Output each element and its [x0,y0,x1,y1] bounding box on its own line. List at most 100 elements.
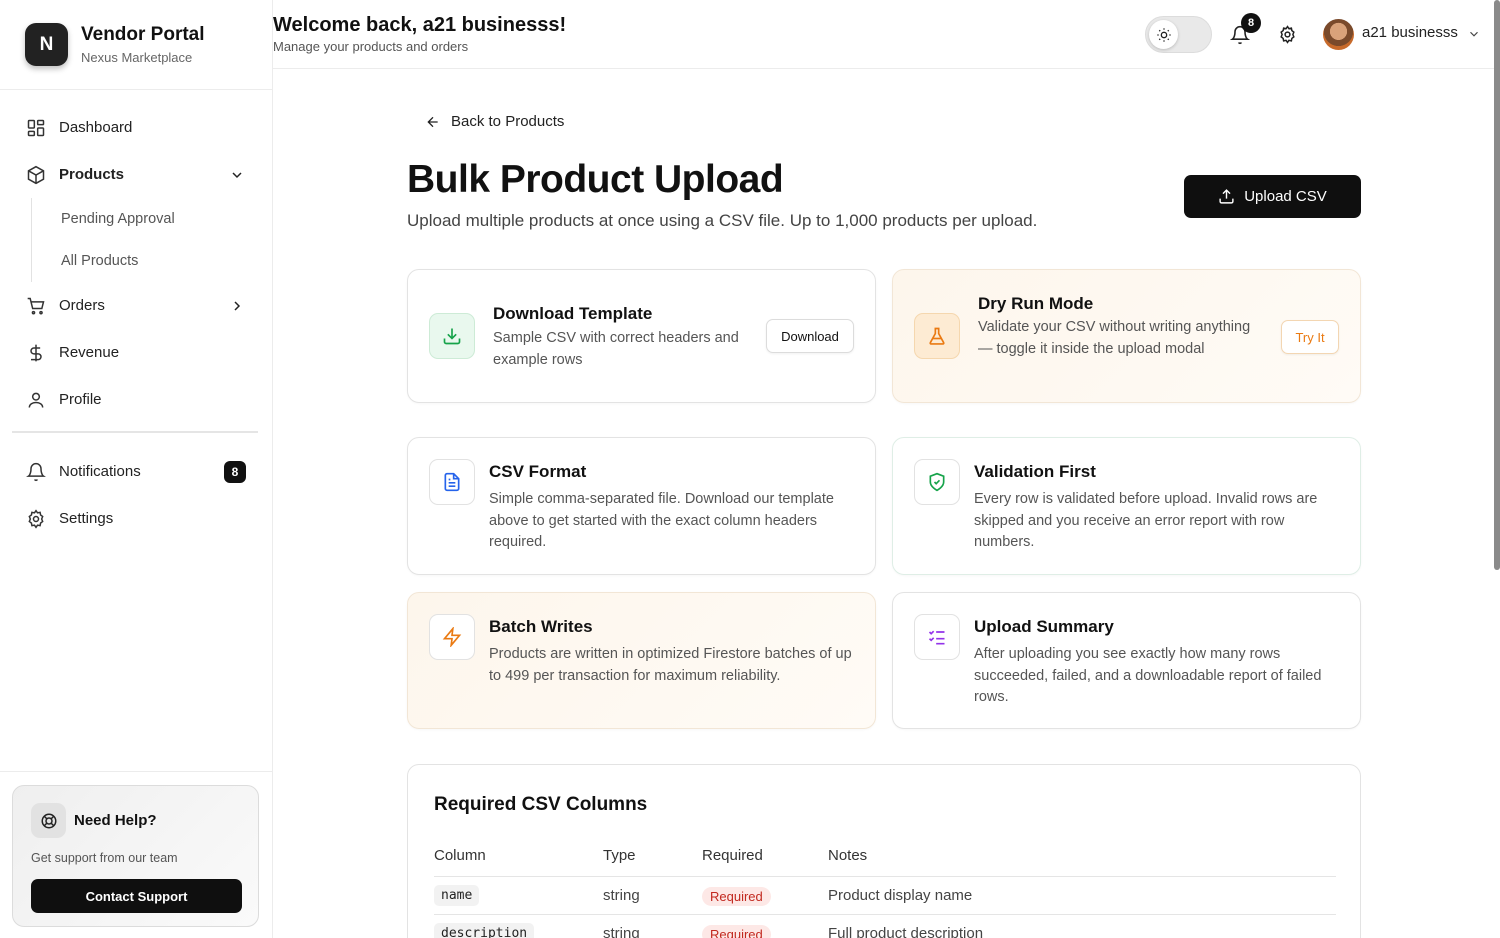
upload-summary-card: Upload Summary After uploading you see e… [892,592,1361,729]
package-icon [27,165,45,184]
sidebar: N Vendor Portal Nexus Marketplace Dashbo… [0,0,273,938]
settings-gear-icon[interactable] [1278,25,1297,44]
sidebar-divider [12,431,258,433]
layout-grid-icon [27,119,45,136]
header-notification-badge: 8 [1241,13,1261,33]
table-cell-column: name [434,885,480,906]
back-link-label: Back to Products [451,113,565,130]
table-cell-notes: Full product description [828,925,984,938]
sidebar-item-settings[interactable]: Settings [0,495,272,542]
brand[interactable]: N Vendor Portal Nexus Marketplace [0,0,272,90]
table-divider [434,914,1336,915]
card-title: Upload Summary [974,617,1114,636]
table-cell-column: description [434,923,535,938]
table-header-type: Type [603,847,636,864]
card-title: Validation First [974,462,1096,481]
sidebar-item-profile[interactable]: Profile [0,376,272,423]
page-subtitle: Upload multiple products at once using a… [407,211,1038,230]
welcome-title: Welcome back, a21 businesss! [273,14,567,36]
sidebar-subitem-all-products[interactable]: All Products [61,240,272,282]
sidebar-item-products[interactable]: Products [0,151,272,198]
card-title: CSV Format [489,462,587,481]
sidebar-item-label: Products [59,166,125,183]
help-section: Need Help? Get support from our team Con… [0,771,272,938]
table-divider [434,876,1336,877]
arrow-left-icon [427,116,438,127]
sidebar-nav: Dashboard Products Pending Approval All … [0,90,272,542]
brand-logo: N [25,23,68,66]
sidebar-item-label: Orders [59,297,105,314]
dry-run-mode-card: Dry Run Mode Validate your CSV without w… [892,269,1361,403]
card-description: Sample CSV with correct headers and exam… [493,330,739,368]
upload-csv-label: Upload CSV [1244,188,1327,205]
chevron-down-icon[interactable] [229,167,245,183]
bell-icon [26,462,46,481]
table-cell-notes: Product display name [828,887,973,904]
user-name[interactable]: a21 businesss [1362,24,1458,41]
card-description: Products are written in optimized Firest… [489,646,852,684]
sidebar-item-revenue[interactable]: Revenue [0,329,272,376]
page-title: Bulk Product Upload [407,158,784,201]
help-card: Need Help? Get support from our team Con… [12,785,259,927]
help-title: Need Help? [74,812,157,829]
sun-icon [1149,20,1178,49]
card-description: After uploading you see exactly how many… [974,646,1322,705]
brand-title: Vendor Portal [81,24,205,45]
sidebar-item-label: Revenue [59,344,120,361]
upload-icon [1219,189,1234,204]
table-header-column: Column [434,847,486,864]
flask-icon [914,313,960,359]
sidebar-item-orders[interactable]: Orders [0,282,272,329]
download-template-button[interactable]: Download [766,319,854,353]
required-badge: Required [702,925,771,938]
file-text-icon [429,459,475,505]
page-scrollbar[interactable] [1494,0,1500,570]
zap-icon [429,614,475,660]
help-subtitle: Get support from our team [31,851,178,865]
user-avatar[interactable] [1323,19,1354,50]
required-columns-card: Required CSV Columns Column Type Require… [407,764,1361,938]
card-title: Dry Run Mode [978,294,1094,313]
user-icon [28,392,44,408]
welcome-subtitle: Manage your products and orders [273,39,469,54]
table-cell-type: string [603,925,640,938]
list-checks-icon [914,614,960,660]
shopping-cart-icon [27,297,45,315]
life-buoy-icon [31,803,66,838]
chevron-right-icon[interactable] [229,298,245,314]
table-cell-type: string [603,887,640,904]
settings-gear-icon [28,508,44,529]
card-title: Download Template [493,304,653,323]
brand-subtitle: Nexus Marketplace [81,50,193,65]
card-description: Validate your CSV without writing anythi… [978,319,1251,357]
sidebar-item-label: Settings [59,510,114,527]
card-title: Batch Writes [489,617,593,636]
notification-count-badge: 8 [224,460,246,483]
sidebar-subitem-pending-approval[interactable]: Pending Approval [61,198,272,240]
sidebar-item-dashboard[interactable]: Dashboard [0,104,272,151]
card-description: Every row is validated before upload. In… [974,491,1318,550]
top-header: Welcome back, a21 businesss! Manage your… [273,0,1500,69]
sidebar-item-label: Dashboard [59,119,133,136]
card-description: Simple comma-separated file. Download ou… [489,491,834,550]
csv-format-card: CSV Format Simple comma-separated file. … [407,437,876,575]
theme-toggle[interactable] [1145,16,1212,53]
dollar-sign-icon [30,344,42,361]
shield-check-icon [914,459,960,505]
back-to-products-link[interactable]: Back to Products [425,113,564,130]
products-subnav: Pending Approval All Products [31,198,272,282]
table-title: Required CSV Columns [434,794,648,815]
sidebar-item-label: Profile [59,391,102,408]
contact-support-button[interactable]: Contact Support [31,879,242,913]
chevron-down-icon[interactable] [1467,27,1481,41]
sidebar-item-label: Notifications [59,463,141,480]
table-header-required: Required [702,847,763,864]
validation-first-card: Validation First Every row is validated … [892,437,1361,575]
try-it-button[interactable]: Try It [1281,320,1339,354]
upload-csv-button[interactable]: Upload CSV [1184,175,1361,218]
sidebar-item-notifications[interactable]: Notifications 8 [0,448,272,495]
table-header-notes: Notes [828,847,868,864]
download-template-card: Download Template Sample CSV with correc… [407,269,876,403]
batch-writes-card: Batch Writes Products are written in opt… [407,592,876,729]
download-icon [429,313,475,359]
